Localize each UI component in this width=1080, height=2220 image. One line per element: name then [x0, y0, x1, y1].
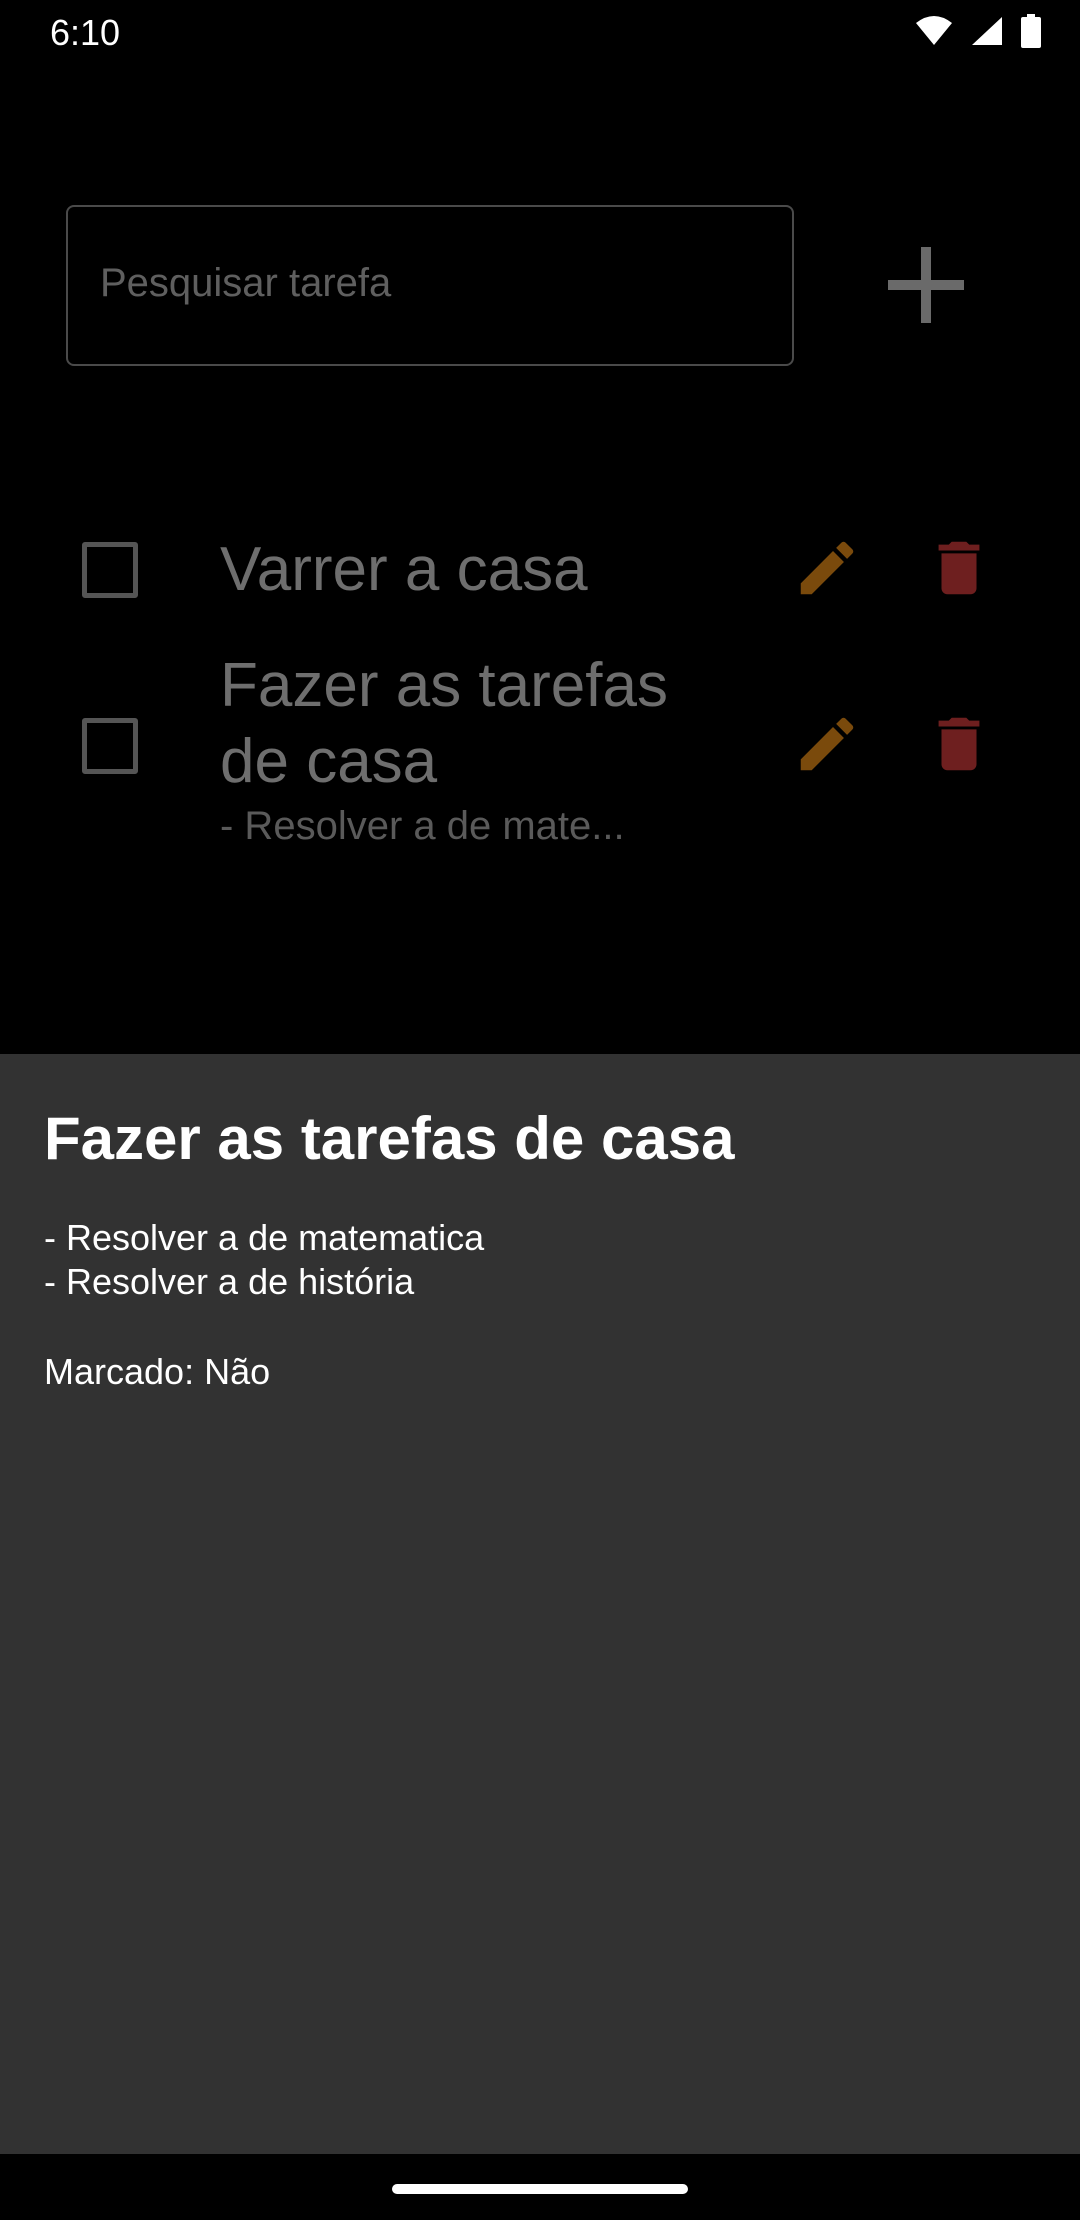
- task-subtitle: - Resolver a de mate...: [220, 804, 625, 848]
- search-input[interactable]: Pesquisar tarefa: [66, 205, 794, 366]
- task-detail-sheet: Fazer as tarefas de casa - Resolver a de…: [0, 1054, 1080, 2154]
- sheet-title: Fazer as tarefas de casa: [44, 1105, 735, 1172]
- cellular-signal-icon: [970, 15, 1004, 47]
- edit-button[interactable]: [782, 701, 872, 791]
- battery-icon: [1020, 14, 1042, 48]
- status-bar: 6:10: [0, 0, 1080, 66]
- wifi-icon: [914, 15, 954, 47]
- edit-button[interactable]: [782, 525, 872, 615]
- status-icons: [914, 14, 1042, 48]
- task-row: Fazer as tarefas de casa - Resolver a de…: [0, 648, 1080, 858]
- plus-icon: [886, 245, 966, 330]
- trash-icon: [924, 533, 994, 608]
- task-row: Varrer a casa: [0, 520, 1080, 620]
- sheet-description: - Resolver a de matematica - Resolver a …: [44, 1217, 485, 1302]
- screen: 6:10 Pesquisar tarefa Varrer a casa Faze…: [0, 0, 1080, 2220]
- delete-button[interactable]: [914, 701, 1004, 791]
- search-placeholder: Pesquisar tarefa: [100, 261, 392, 305]
- add-task-button[interactable]: [862, 228, 990, 346]
- delete-button[interactable]: [914, 525, 1004, 615]
- task-title-line-1: Fazer as tarefas: [220, 651, 668, 720]
- trash-icon: [924, 709, 994, 784]
- navigation-bar: [0, 2154, 1080, 2220]
- task-checkbox[interactable]: [82, 542, 138, 598]
- task-checkbox[interactable]: [82, 718, 138, 774]
- pencil-icon: [792, 709, 862, 784]
- sheet-checked-status: Marcado: Não: [44, 1351, 271, 1392]
- task-title-line-2: de casa: [220, 727, 438, 796]
- home-gesture-handle[interactable]: [392, 2184, 688, 2194]
- pencil-icon: [792, 533, 862, 608]
- status-time: 6:10: [50, 12, 121, 53]
- task-title: Varrer a casa: [220, 535, 588, 604]
